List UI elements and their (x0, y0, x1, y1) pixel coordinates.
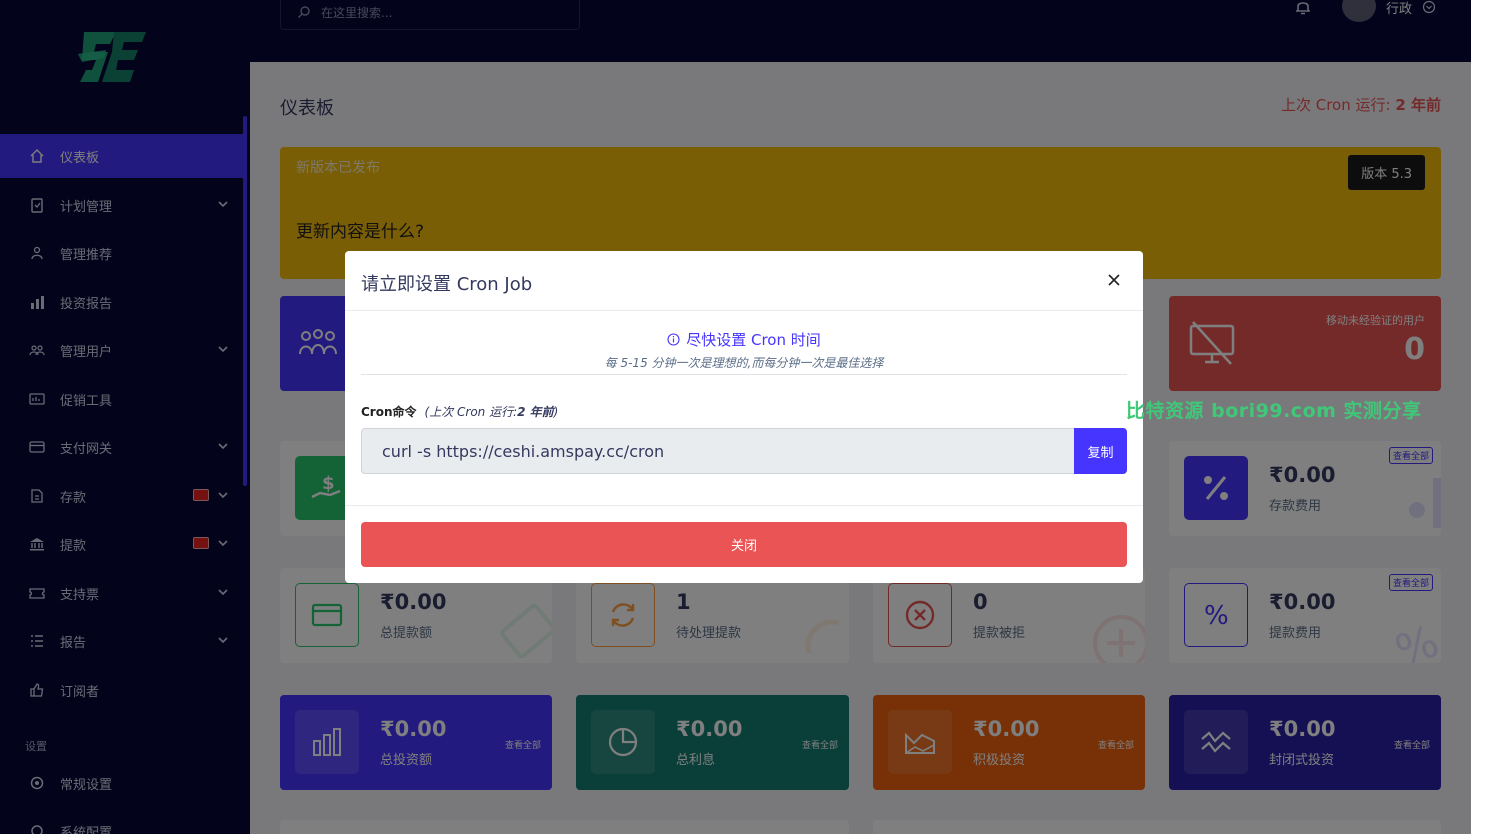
cron-command-input[interactable]: curl -s https://ceshi.amspay.cc/cron (361, 428, 1075, 474)
cron-last-run-suffix: ) (553, 405, 559, 419)
cron-last-run-value: 2 年前 (517, 405, 554, 419)
close-icon[interactable] (1105, 271, 1123, 289)
divider (345, 310, 1143, 311)
page-scrollbar[interactable] (1471, 0, 1488, 834)
cron-command-label: Cron命令 (上次 Cron 运行:2 年前) (361, 403, 558, 420)
info-icon (667, 332, 680, 346)
close-button[interactable]: 关闭 (361, 522, 1127, 567)
cron-modal: 请立即设置 Cron Job 尽快设置 Cron 时间 每 5-15 分钟一次是… (345, 251, 1143, 583)
modal-info: 尽快设置 Cron 时间 (345, 329, 1143, 350)
modal-title: 请立即设置 Cron Job (361, 274, 533, 295)
divider (345, 505, 1143, 506)
cron-last-run-prefix: (上次 Cron 运行: (424, 405, 518, 419)
divider (361, 374, 1127, 375)
modal-subtext: 每 5-15 分钟一次是理想的,而每分钟一次是最佳选择 (604, 356, 884, 370)
copy-button[interactable]: 复制 (1074, 428, 1127, 474)
cron-last-run: (上次 Cron 运行:2 年前) (425, 405, 559, 419)
cron-command-title: Cron命令 (361, 405, 417, 419)
modal-info-text: 尽快设置 Cron 时间 (686, 331, 821, 349)
watermark-text: 比特资源 bori99.com 实测分享 (1126, 400, 1422, 422)
